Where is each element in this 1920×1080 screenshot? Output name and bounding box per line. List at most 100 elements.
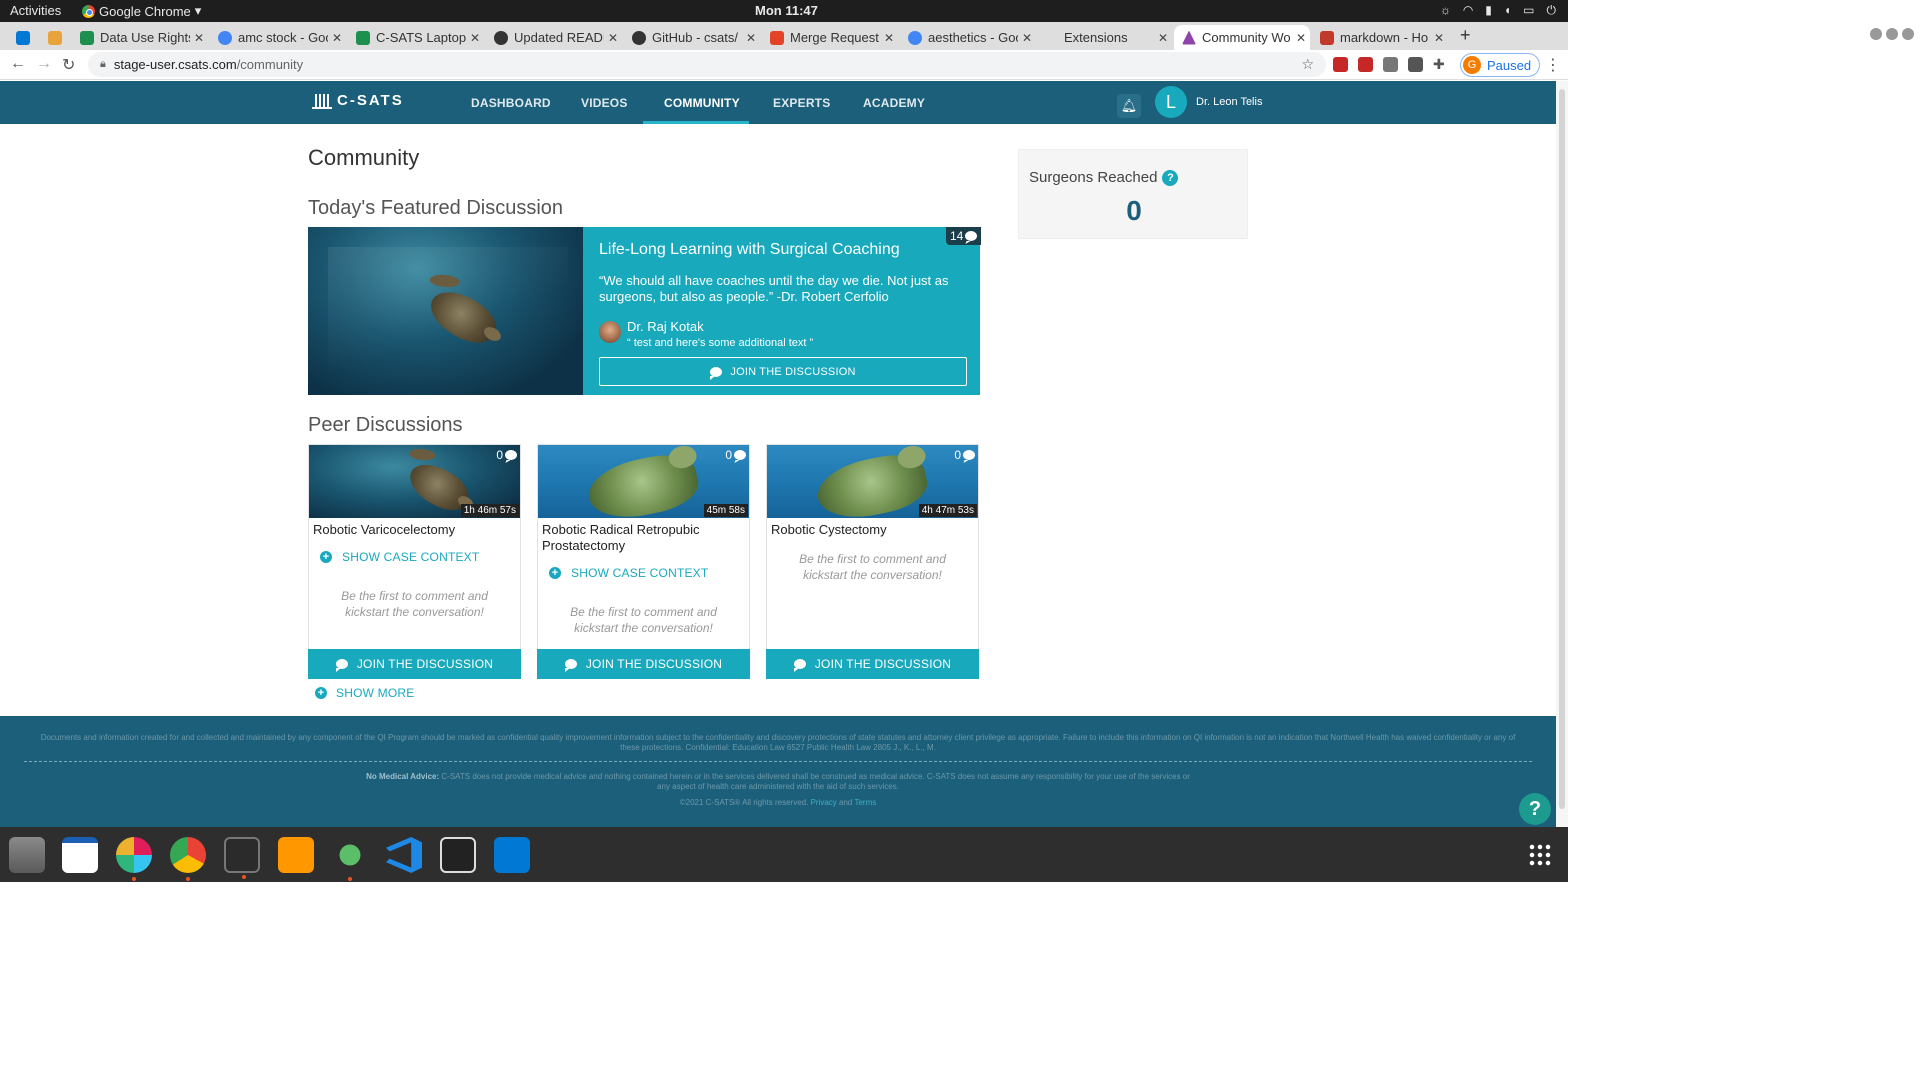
close-icon[interactable]: ✕ xyxy=(1292,31,1310,45)
comment-icon xyxy=(734,450,746,460)
browser-tab[interactable]: GitHub - csats/ ✕ xyxy=(624,25,760,50)
close-icon[interactable]: ✕ xyxy=(190,31,208,45)
page-scrollbar[interactable] xyxy=(1556,81,1568,827)
rocket-icon[interactable] xyxy=(332,837,368,881)
terms-link[interactable]: Terms xyxy=(854,798,876,807)
join-label: JOIN THE DISCUSSION xyxy=(814,657,952,671)
video-thumbnail[interactable]: 0 1h 46m 57s xyxy=(309,445,520,518)
browser-tab[interactable]: C-SATS Laptops ✕ xyxy=(348,25,484,50)
join-discussion-button[interactable]: JOIN THE DISCUSSION xyxy=(537,649,750,679)
card-title[interactable]: Robotic Radical Retropubic Prostatectomy xyxy=(542,522,747,554)
video-thumbnail[interactable]: 0 4h 47m 53s xyxy=(767,445,978,518)
slack-icon[interactable] xyxy=(116,837,152,881)
scrollbar-thumb[interactable] xyxy=(1559,89,1565,809)
close-icon[interactable]: ✕ xyxy=(466,31,484,45)
empty-comments-text: Be the first to comment and kickstart th… xyxy=(799,552,946,582)
bell-icon[interactable]: 🔔︎ xyxy=(1117,94,1141,118)
browser-tab[interactable]: Updated READM ✕ xyxy=(486,25,622,50)
system-tray[interactable]: ☼ ◠ ▮ ◖ ▭ ⏻ xyxy=(1440,3,1556,18)
show-case-context-button[interactable]: + SHOW CASE CONTEXT xyxy=(320,550,479,564)
extension-icon[interactable] xyxy=(1383,57,1398,72)
vscode-icon[interactable] xyxy=(386,837,422,873)
user-avatar[interactable]: L xyxy=(1155,86,1187,118)
video-thumbnail[interactable]: 0 45m 58s xyxy=(538,445,749,518)
app-menu[interactable]: Google Chrome ▾ xyxy=(82,3,201,19)
close-window-button[interactable] xyxy=(1902,28,1914,40)
card-title[interactable]: Robotic Varicocelectomy xyxy=(313,522,518,538)
new-tab-button[interactable]: + xyxy=(1460,25,1471,46)
csats-icon xyxy=(1182,30,1196,45)
writer-icon[interactable] xyxy=(62,837,98,873)
show-case-context-button[interactable]: + SHOW CASE CONTEXT xyxy=(549,566,708,580)
help-chat-button[interactable]: ? xyxy=(1519,793,1551,825)
featured-join-button[interactable]: JOIN THE DISCUSSION xyxy=(599,357,967,386)
browser-tab[interactable] xyxy=(8,25,36,50)
close-icon[interactable]: ✕ xyxy=(1018,31,1036,45)
chrome-icon xyxy=(82,4,95,18)
comment-count: 0 xyxy=(954,448,961,462)
reload-icon[interactable]: ↻ xyxy=(62,55,75,75)
browser-tab[interactable]: Extensions ✕ xyxy=(1038,25,1172,50)
surgeons-label-text: Surgeons Reached xyxy=(1029,169,1158,186)
maximize-button[interactable] xyxy=(1886,28,1898,40)
close-icon[interactable]: ✕ xyxy=(742,31,760,45)
featured-body: Life-Long Learning with Surgical Coachin… xyxy=(599,227,980,395)
extension-icon[interactable] xyxy=(1358,57,1373,72)
privacy-link[interactable]: Privacy xyxy=(811,798,837,807)
featured-title[interactable]: Life-Long Learning with Surgical Coachin… xyxy=(599,241,900,259)
nav-community[interactable]: COMMUNITY xyxy=(664,96,740,110)
discussion-card[interactable]: 0 45m 58s Robotic Radical Retropubic Pro… xyxy=(537,444,750,679)
nav-videos[interactable]: VIDEOS xyxy=(581,96,628,110)
video-duration: 45m 58s xyxy=(703,504,748,517)
site-header: C-SATS DASHBOARD VIDEOS COMMUNITY EXPERT… xyxy=(0,81,1556,124)
profile-button[interactable]: G Paused xyxy=(1460,53,1541,77)
address-bar[interactable]: 🔒︎ stage-user.csats.com/community ☆ xyxy=(88,52,1326,77)
browser-tab-active[interactable]: Community Wo ✕ xyxy=(1174,25,1310,50)
close-icon[interactable]: ✕ xyxy=(604,31,622,45)
files-icon[interactable] xyxy=(9,837,45,873)
nav-academy[interactable]: ACADEMY xyxy=(863,96,925,110)
clock[interactable]: Mon 11:47 xyxy=(755,3,818,18)
discussion-card[interactable]: 0 4h 47m 53s Robotic Cystectomy Be the f… xyxy=(766,444,979,679)
browser-tab[interactable] xyxy=(40,25,68,50)
featured-discussion[interactable]: Life-Long Learning with Surgical Coachin… xyxy=(308,227,982,395)
outlook-icon[interactable] xyxy=(494,837,530,873)
browser-tab[interactable]: aesthetics - Goo ✕ xyxy=(900,25,1036,50)
browser-menu-icon[interactable]: ⋮ xyxy=(1545,55,1561,75)
close-icon[interactable]: ✕ xyxy=(880,31,898,45)
sublime-icon[interactable] xyxy=(278,837,314,873)
browser-tab[interactable]: Merge Request ✕ xyxy=(762,25,898,50)
comment-count-badge: 14 xyxy=(946,227,982,245)
chrome-icon[interactable] xyxy=(170,837,206,881)
back-icon[interactable]: ← xyxy=(10,55,26,73)
app-grid-icon[interactable] xyxy=(1528,843,1552,867)
extension-icon[interactable] xyxy=(1333,57,1348,72)
nav-experts[interactable]: EXPERTS xyxy=(773,96,830,110)
help-question-icon[interactable]: ? xyxy=(1162,169,1179,186)
monitor-icon[interactable] xyxy=(440,837,476,873)
url-host: stage-user.csats.com xyxy=(113,57,237,72)
join-discussion-button[interactable]: JOIN THE DISCUSSION xyxy=(308,649,521,679)
join-discussion-button[interactable]: JOIN THE DISCUSSION xyxy=(766,649,979,679)
terminal-icon[interactable] xyxy=(224,837,260,879)
user-name[interactable]: Dr. Leon Telis xyxy=(1196,96,1262,108)
forward-icon[interactable]: → xyxy=(36,55,52,73)
browser-tab[interactable]: markdown - Ho ✕ xyxy=(1312,25,1448,50)
comment-count-badge: 0 xyxy=(954,448,975,462)
extension-icon[interactable] xyxy=(1408,57,1423,72)
url-path: /community xyxy=(236,57,304,72)
bookmark-star-icon[interactable]: ☆ xyxy=(1301,56,1314,73)
minimize-button[interactable] xyxy=(1870,28,1882,40)
close-icon[interactable]: ✕ xyxy=(1430,31,1448,45)
nav-dashboard[interactable]: DASHBOARD xyxy=(471,96,551,110)
close-icon[interactable]: ✕ xyxy=(1154,31,1172,45)
site-logo[interactable]: C-SATS xyxy=(312,91,404,109)
activities-button[interactable]: Activities xyxy=(10,3,61,18)
card-title[interactable]: Robotic Cystectomy xyxy=(771,522,976,538)
close-icon[interactable]: ✕ xyxy=(328,31,346,45)
show-more-button[interactable]: + SHOW MORE xyxy=(315,686,414,700)
puzzle-icon[interactable]: ✚ xyxy=(1433,56,1445,73)
browser-tab[interactable]: amc stock - Goo ✕ xyxy=(210,25,346,50)
discussion-card[interactable]: 0 1h 46m 57s Robotic Varicocelectomy + S… xyxy=(308,444,521,679)
browser-tab[interactable]: Data Use Rights ✕ xyxy=(72,25,208,50)
